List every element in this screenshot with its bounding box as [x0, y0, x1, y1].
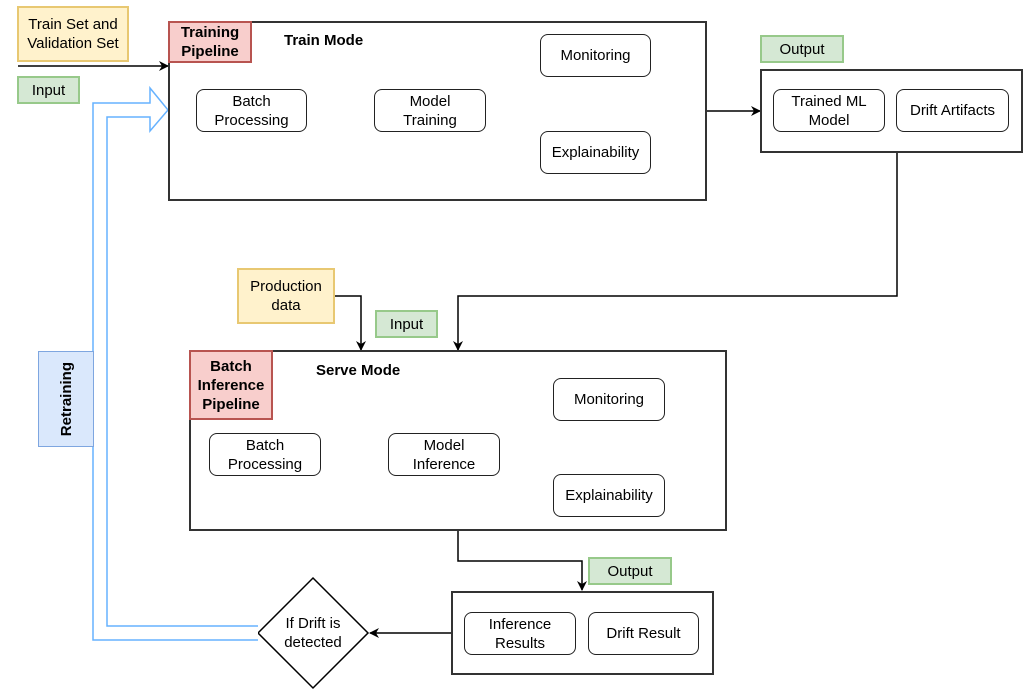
production-to-serve-arrow	[335, 295, 366, 351]
batch-inference-pipeline-tag: Batch Inference Pipeline	[189, 350, 273, 420]
retraining-text: Retraining	[57, 361, 75, 437]
train-monitoring[interactable]: Monitoring	[540, 34, 651, 77]
drift-artifacts[interactable]: Drift Artifacts	[896, 89, 1009, 132]
serve-mode-title: Serve Mode	[316, 362, 401, 379]
serve-to-output-arrow	[457, 530, 587, 591]
model-inference[interactable]: Model Inference	[388, 433, 500, 476]
retraining-label: Retraining	[38, 351, 94, 447]
serve-output-label: Output	[588, 557, 672, 585]
model-training[interactable]: Model Training	[374, 89, 486, 132]
drift-result[interactable]: Drift Result	[588, 612, 699, 655]
trained-ml-model[interactable]: Trained ML Model	[773, 89, 885, 132]
serve-batch-processing[interactable]: Batch Processing	[209, 433, 321, 476]
production-data-source: Production data	[237, 268, 335, 324]
train-batch-processing[interactable]: Batch Processing	[196, 89, 307, 132]
train-explainability[interactable]: Explainability	[540, 131, 651, 174]
serve-explainability[interactable]: Explainability	[553, 474, 665, 517]
train-mode-title: Train Mode	[284, 32, 364, 49]
train-output-label: Output	[760, 35, 844, 63]
serve-input-label: Input	[375, 310, 438, 338]
training-pipeline-tag: Training Pipeline	[168, 21, 252, 63]
ml-pipeline-diagram: Train Set and Validation Set Input Train…	[0, 0, 1035, 692]
inference-results[interactable]: Inference Results	[464, 612, 576, 655]
train-input-label: Input	[17, 76, 80, 104]
train-data-source: Train Set and Validation Set	[17, 6, 129, 62]
drift-decision-label: If Drift is detected	[284, 615, 342, 651]
serve-monitoring[interactable]: Monitoring	[553, 378, 665, 421]
